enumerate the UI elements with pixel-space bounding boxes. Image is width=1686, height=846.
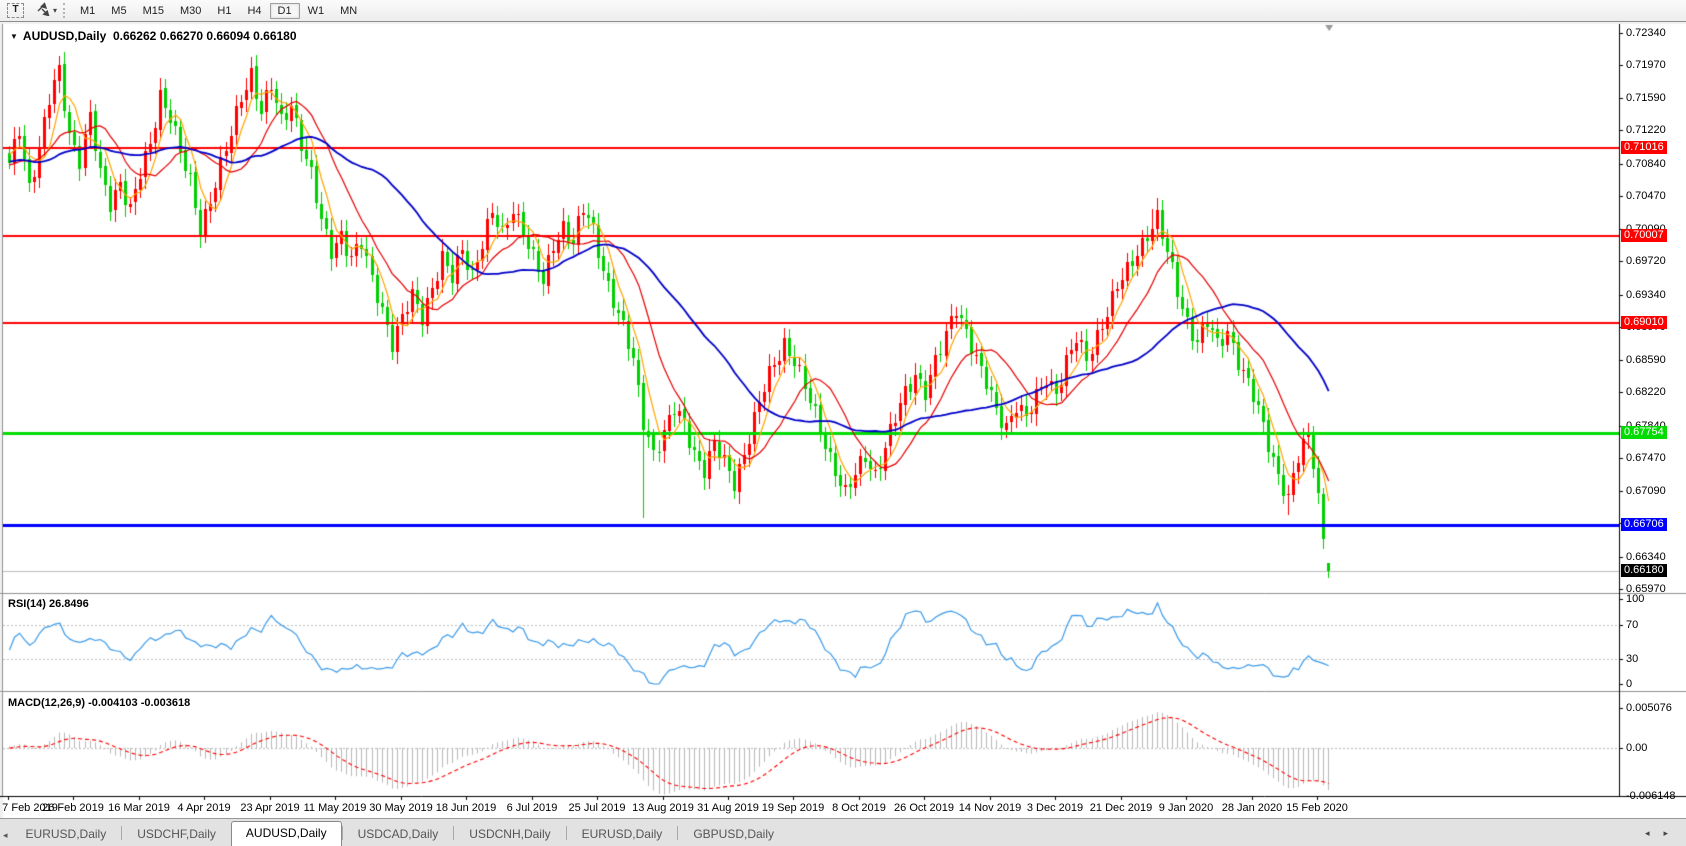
- arrow-tools-button[interactable]: ▾: [34, 1, 58, 20]
- timeframe-button-mn[interactable]: MN: [332, 3, 365, 19]
- date-label: 16 Mar 2019: [108, 802, 170, 814]
- toolbar: T ▾ M1M5M15M30H1H4D1W1MN: [0, 0, 1686, 22]
- text-label-icon: T: [7, 3, 24, 18]
- date-label: 18 Jun 2019: [436, 802, 497, 814]
- tab-usdcnh-daily[interactable]: USDCNH,Daily: [454, 823, 565, 846]
- date-label: 8 Oct 2019: [832, 802, 886, 814]
- ohlc-low: 0.66094: [206, 29, 249, 43]
- timeframe-button-m1[interactable]: M1: [72, 3, 103, 19]
- date-label: 23 Apr 2019: [240, 802, 299, 814]
- timeframe-button-m15[interactable]: M15: [135, 3, 172, 19]
- macd-signal-value: -0.003618: [141, 697, 191, 709]
- rsi-tick-label: 100: [1626, 593, 1644, 605]
- date-label: 11 May 2019: [304, 802, 367, 814]
- date-label: 21 Dec 2019: [1090, 802, 1152, 814]
- rsi-indicator-label: RSI(14) 26.8496: [8, 598, 89, 610]
- current-price-badge: 0.66180: [1621, 564, 1667, 577]
- timeframe-button-m30[interactable]: M30: [172, 3, 209, 19]
- ohlc-open: 0.66262: [113, 29, 156, 43]
- date-label: 3 Dec 2019: [1027, 802, 1083, 814]
- date-label: 28 Jan 2020: [1222, 802, 1283, 814]
- date-label: 25 Jul 2019: [569, 802, 626, 814]
- tab-scroll-left-icon[interactable]: ◂: [1645, 828, 1650, 839]
- arrow-tools-icon: [35, 2, 50, 19]
- price-level-badge: 0.66706: [1621, 518, 1667, 531]
- timeframe-button-h1[interactable]: H1: [209, 3, 239, 19]
- price-level-badge: 0.71016: [1621, 141, 1667, 154]
- date-label: 4 Apr 2019: [177, 802, 230, 814]
- date-label: 13 Aug 2019: [632, 802, 694, 814]
- collapse-arrow-icon[interactable]: ▼: [10, 32, 18, 41]
- price-tick-label: 0.71220: [1626, 124, 1666, 136]
- arrow-tools-caret: ▾: [53, 6, 57, 15]
- price-tick-label: 0.68590: [1626, 354, 1666, 366]
- tab-scroll-right-icon[interactable]: ▸: [1663, 828, 1668, 839]
- date-label: 26 Oct 2019: [894, 802, 954, 814]
- tab-scroll-arrows: ◂ ▸: [1645, 828, 1686, 846]
- date-label: 9 Jan 2020: [1159, 802, 1213, 814]
- price-tick-label: 0.71970: [1626, 59, 1666, 71]
- ohlc-close: 0.66180: [253, 29, 296, 43]
- macd-main-value: -0.004103: [88, 697, 138, 709]
- mt4-window: T ▾ M1M5M15M30H1H4D1W1MN ▼AUDUSD,Daily 0…: [0, 0, 1686, 846]
- price-tick-label: 0.69720: [1626, 255, 1666, 267]
- tab-audusd-daily[interactable]: AUDUSD,Daily: [231, 821, 342, 846]
- date-label: 15 Feb 2020: [1286, 802, 1348, 814]
- timeframe-button-d1[interactable]: D1: [270, 3, 300, 19]
- tab-eurusd-daily[interactable]: EURUSD,Daily: [11, 823, 122, 846]
- date-label: 19 Sep 2019: [762, 802, 824, 814]
- price-level-badge: 0.69010: [1621, 316, 1667, 329]
- macd-tick-label: 0.00: [1626, 742, 1647, 754]
- rsi-value: 26.8496: [49, 598, 89, 610]
- timeframe-group: M1M5M15M30H1H4D1W1MN: [72, 3, 365, 19]
- price-tick-label: 0.66340: [1626, 551, 1666, 563]
- tab-eurusd-daily[interactable]: EURUSD,Daily: [567, 823, 678, 846]
- date-label: 30 May 2019: [369, 802, 433, 814]
- price-tick-label: 0.70470: [1626, 190, 1666, 202]
- tabs-holder: EURUSD,DailyUSDCHF,DailyAUDUSD,DailyUSDC…: [11, 821, 789, 846]
- tab-usdchf-daily[interactable]: USDCHF,Daily: [122, 823, 231, 846]
- price-tick-label: 0.67470: [1626, 452, 1666, 464]
- price-level-badge: 0.70007: [1621, 229, 1667, 242]
- date-label: 14 Nov 2019: [959, 802, 1021, 814]
- text-label-tool-button[interactable]: T: [6, 1, 25, 20]
- timeframe-button-w1[interactable]: W1: [300, 3, 333, 19]
- chart-window: ▼AUDUSD,Daily 0.66262 0.66270 0.66094 0.…: [0, 21, 1686, 819]
- ohlc-high: 0.66270: [160, 29, 203, 43]
- macd-tick-label: 0.005076: [1626, 702, 1672, 714]
- rsi-tick-label: 70: [1626, 619, 1638, 631]
- price-level-badge: 0.67754: [1621, 426, 1667, 439]
- macd-tick-label: -0.006148: [1626, 790, 1676, 802]
- rsi-tick-label: 0: [1626, 678, 1632, 690]
- chart-tab-bar: ◂ EURUSD,DailyUSDCHF,DailyAUDUSD,DailyUS…: [0, 818, 1686, 846]
- toolbar-separator: [63, 3, 68, 18]
- price-chart-canvas[interactable]: [0, 22, 1686, 819]
- timeframe-button-m5[interactable]: M5: [103, 3, 134, 19]
- price-tick-label: 0.67090: [1626, 485, 1666, 497]
- timeframe-button-h4[interactable]: H4: [239, 3, 269, 19]
- price-tick-label: 0.68220: [1626, 386, 1666, 398]
- macd-indicator-label: MACD(12,26,9) -0.004103 -0.003618: [8, 697, 190, 709]
- price-tick-label: 0.71590: [1626, 92, 1666, 104]
- price-tick-label: 0.69340: [1626, 289, 1666, 301]
- tab-scroll-left-icon[interactable]: ◂: [0, 830, 11, 846]
- date-label: 6 Jul 2019: [507, 802, 558, 814]
- date-label: 26 Feb 2019: [42, 802, 104, 814]
- rsi-tick-label: 30: [1626, 653, 1638, 665]
- price-tick-label: 0.72340: [1626, 27, 1666, 39]
- chart-title: ▼AUDUSD,Daily 0.66262 0.66270 0.66094 0.…: [10, 29, 297, 43]
- date-label: 31 Aug 2019: [697, 802, 759, 814]
- price-tick-label: 0.70840: [1626, 158, 1666, 170]
- tab-usdcad-daily[interactable]: USDCAD,Daily: [343, 823, 454, 846]
- tab-gbpusd-daily[interactable]: GBPUSD,Daily: [678, 823, 789, 846]
